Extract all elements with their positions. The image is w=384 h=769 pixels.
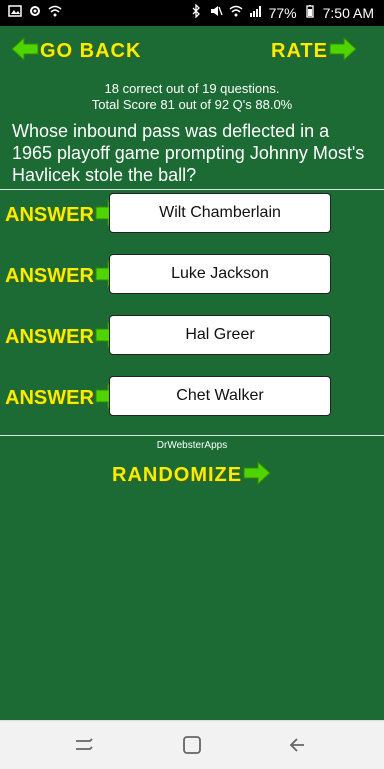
system-navigation-bar: [0, 720, 384, 769]
answer-row-2: ANSWER Luke Jackson: [0, 254, 384, 296]
answer-row-3: ANSWER Hal Greer: [0, 315, 384, 357]
rate-button[interactable]: RATE: [271, 36, 358, 67]
settings-icon: [28, 4, 42, 21]
rate-label: RATE: [271, 40, 328, 62]
status-left-icons: [8, 4, 62, 21]
wifi-alert-icon: [48, 4, 62, 21]
answer-tag-label: ANSWER: [5, 265, 94, 287]
answer-tag-1[interactable]: ANSWER: [5, 197, 122, 234]
answer-tag-label: ANSWER: [5, 326, 94, 348]
clock: 7:50 AM: [322, 4, 374, 21]
status-bar: 77% 7:50 AM: [0, 0, 384, 26]
back-button[interactable]: [286, 733, 310, 757]
answer-tag-label: ANSWER: [5, 204, 94, 226]
battery-icon: [303, 4, 317, 21]
home-button[interactable]: [180, 733, 204, 757]
divider-top: [0, 189, 384, 190]
score-summary: 18 correct out of 19 questions. Total Sc…: [0, 81, 384, 113]
answer-row-1: ANSWER Wilt Chamberlain: [0, 193, 384, 235]
answer-tag-3[interactable]: ANSWER: [5, 319, 122, 356]
battery-percent: 77%: [268, 4, 297, 21]
home-icon: [183, 736, 201, 754]
answer-tag-4[interactable]: ANSWER: [5, 380, 122, 417]
green-right-arrow-icon: [328, 36, 358, 67]
answer-tag-2[interactable]: ANSWER: [5, 258, 122, 295]
answer-button-1[interactable]: Wilt Chamberlain: [109, 193, 331, 233]
divider-bottom: [0, 435, 384, 436]
green-right-arrow-icon: [242, 460, 272, 491]
bluetooth-icon: [189, 4, 203, 21]
answer-tag-label: ANSWER: [5, 387, 94, 409]
answer-row-4: ANSWER Chet Walker: [0, 376, 384, 418]
answer-button-4[interactable]: Chet Walker: [109, 376, 331, 416]
top-nav: GO BACK RATE: [0, 36, 384, 70]
score-line-1: 18 correct out of 19 questions.: [104, 81, 280, 96]
question-text: Whose inbound pass was deflected in a 19…: [12, 121, 365, 185]
go-back-button[interactable]: GO BACK: [10, 36, 141, 67]
go-back-label: GO BACK: [40, 40, 142, 62]
randomize-button[interactable]: RANDOMIZE: [112, 460, 272, 491]
mute-icon: [209, 4, 223, 21]
green-left-arrow-icon: [10, 36, 40, 67]
recent-apps-button[interactable]: [72, 733, 96, 757]
answer-button-2[interactable]: Luke Jackson: [109, 254, 331, 294]
developer-credit: DrWebsterApps: [156, 440, 228, 451]
answer-button-3[interactable]: Hal Greer: [109, 315, 331, 355]
gallery-icon: [8, 4, 22, 21]
status-right-icons: 77% 7:50 AM: [189, 4, 374, 21]
wifi-icon: [229, 4, 243, 21]
signal-icon: [249, 4, 263, 21]
score-line-2: Total Score 81 out of 92 Q's 88.0%: [91, 97, 293, 112]
recent-apps-icon: [76, 738, 93, 750]
back-icon: [289, 738, 304, 752]
randomize-label: RANDOMIZE: [112, 464, 243, 486]
